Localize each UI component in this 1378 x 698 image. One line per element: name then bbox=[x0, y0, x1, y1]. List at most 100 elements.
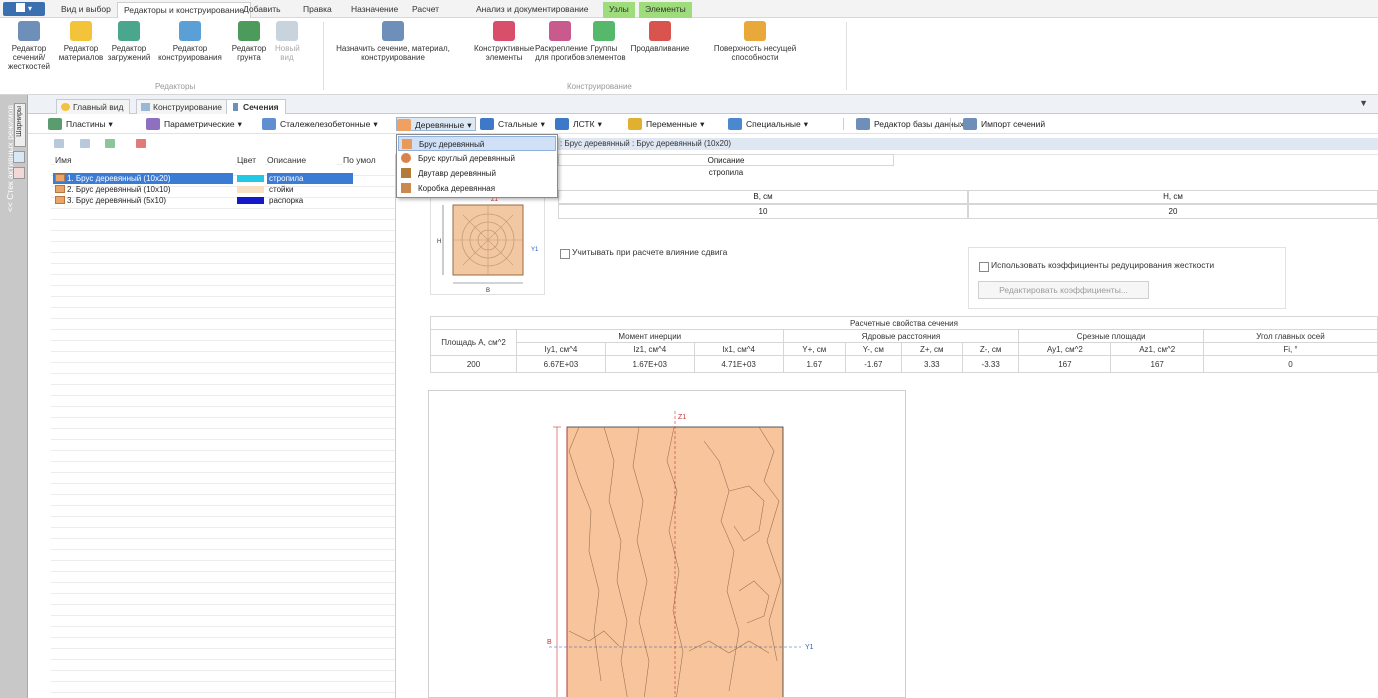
ribbon-button[interactable]: Редактор загружений bbox=[104, 21, 154, 62]
section-type-button[interactable]: Импорт сечений bbox=[963, 117, 1045, 131]
menu-tab[interactable]: Узлы bbox=[603, 2, 635, 18]
section-type-button[interactable]: ЛСТК ▾ bbox=[555, 117, 602, 131]
copy-icon[interactable] bbox=[80, 139, 90, 148]
hinges-tab[interactable]: Шарниры bbox=[14, 103, 26, 147]
col-description-header[interactable]: Описание bbox=[267, 154, 337, 166]
pin-mode-icon[interactable] bbox=[13, 167, 25, 179]
section-name: 2. Брус деревянный (10x10) bbox=[53, 184, 233, 195]
active-modes-sidebar: << Стек активных режимов Шарниры bbox=[0, 95, 28, 698]
menu-tab[interactable]: Правка bbox=[297, 2, 338, 18]
section-breadcrumb: : Брус деревянный : Брус деревянный (10x… bbox=[558, 138, 1378, 150]
main-view-icon bbox=[61, 103, 70, 111]
dropdown-item[interactable]: Брус деревянный bbox=[398, 136, 556, 151]
preview-h-label: H bbox=[437, 239, 441, 245]
section-type-icon bbox=[963, 118, 977, 130]
ribbon-button[interactable]: Новый вид bbox=[275, 21, 300, 62]
b-value[interactable]: 10 bbox=[558, 204, 968, 219]
ribbon-button[interactable]: Продавливание bbox=[622, 21, 698, 53]
section-list: Имя Цвет Описание По умол 1. Брус деревя… bbox=[51, 154, 396, 698]
property-value: 200 bbox=[430, 355, 517, 373]
section-type-icon bbox=[48, 118, 62, 130]
hinge-mode-icon[interactable] bbox=[13, 151, 25, 163]
reduction-coeffs-checkbox[interactable]: Использовать коэффициенты редуцирования … bbox=[979, 260, 1214, 272]
ribbon-separator bbox=[323, 22, 324, 90]
dropdown-item[interactable]: Брус круглый деревянный bbox=[398, 151, 556, 166]
timber-section-icon bbox=[55, 174, 65, 182]
ribbon-button-label: грунта bbox=[237, 53, 261, 62]
ribbon-button[interactable]: Редактор конструирования bbox=[156, 21, 224, 62]
section-type-button[interactable]: Редактор базы данных bbox=[856, 117, 964, 131]
ribbon-button[interactable]: Назначить сечение, материал, конструирова… bbox=[328, 21, 458, 62]
section-name: 3. Брус деревянный (5x10) bbox=[53, 195, 233, 206]
section-type-button[interactable]: Деревянные ▾ bbox=[396, 117, 477, 131]
section-type-icon bbox=[480, 118, 494, 130]
element-groups-icon bbox=[593, 21, 615, 41]
kern-header: Ядровые расстояния bbox=[782, 329, 1020, 343]
list-item[interactable]: 3. Брус деревянный (5x10) распорка bbox=[51, 195, 396, 206]
menu-tab[interactable]: Элементы bbox=[639, 2, 692, 18]
delete-icon[interactable] bbox=[136, 139, 146, 148]
description-value[interactable]: стропила bbox=[558, 166, 894, 180]
ribbon-button[interactable]: Конструктивные элементы bbox=[474, 21, 534, 62]
ribbon-button[interactable]: Поверхность несущей способности bbox=[700, 21, 810, 62]
add-icon[interactable] bbox=[105, 139, 115, 148]
section-type-label: Пластины bbox=[66, 119, 106, 129]
ribbon-button[interactable]: Группы элементов bbox=[586, 21, 626, 62]
menu-tab[interactable]: Расчет bbox=[406, 2, 445, 18]
move-up-icon[interactable] bbox=[54, 139, 64, 148]
ribbon-button[interactable]: Раскрепление для прогибов bbox=[535, 21, 588, 62]
chevron-down-icon: ▾ bbox=[467, 120, 472, 130]
ribbon-button-label: Группы bbox=[590, 44, 618, 53]
col-default-header[interactable]: По умол bbox=[343, 154, 395, 166]
property-value: -1.67 bbox=[845, 355, 902, 373]
menu-tab[interactable]: Назначение bbox=[345, 2, 404, 18]
tabs-dropdown-icon[interactable]: ▼ bbox=[1359, 98, 1368, 108]
ribbon-button-label: Редактор bbox=[231, 44, 267, 53]
ribbon-button[interactable]: Редактор сечений/жесткостей bbox=[2, 21, 56, 71]
list-item[interactable]: 2. Брус деревянный (10x10) стойки bbox=[51, 184, 396, 195]
col-name-header[interactable]: Имя bbox=[55, 154, 235, 166]
ribbon-button[interactable]: Редактор грунта bbox=[224, 21, 274, 62]
inertia-header: Момент инерции bbox=[516, 329, 784, 343]
section-type-icon bbox=[262, 118, 276, 130]
chevron-down-icon: ▾ bbox=[108, 119, 113, 129]
col-color-header[interactable]: Цвет bbox=[237, 154, 265, 166]
section-type-button[interactable]: Переменные ▾ bbox=[628, 117, 704, 131]
chevron-down-icon: ▾ bbox=[237, 119, 242, 129]
property-column-header: Z-, см bbox=[961, 342, 1020, 356]
section-type-button[interactable]: Параметрические ▾ bbox=[146, 117, 242, 131]
section-description: распорка bbox=[269, 196, 304, 205]
menu-tab[interactable]: Добавить bbox=[237, 2, 287, 18]
dropdown-item[interactable]: Коробка деревянная bbox=[398, 181, 556, 196]
property-value: 3.33 bbox=[900, 355, 964, 373]
section-color-swatch[interactable] bbox=[237, 175, 264, 182]
ribbon-button[interactable]: Редактор материалов bbox=[58, 21, 104, 62]
menu-tab[interactable]: Анализ и документирование bbox=[470, 2, 595, 18]
section-preview: B H Y1 Z1 bbox=[430, 190, 545, 295]
dropdown-item-label: Двутавр деревянный bbox=[418, 169, 496, 178]
section-drawing-canvas[interactable]: Z1 Y1 B bbox=[428, 390, 906, 698]
section-type-button[interactable]: Стальные ▾ bbox=[480, 117, 545, 131]
ribbon-button-label: материалов bbox=[58, 53, 104, 62]
list-item[interactable]: 1. Брус деревянный (10x20) стропила bbox=[51, 173, 396, 184]
section-type-toolbar: Пластины ▾ Параметрические ▾ Сталежелезобето… bbox=[28, 114, 1378, 134]
tab-main-view[interactable]: Главный вид bbox=[56, 99, 131, 114]
section-type-button[interactable]: Сталежелезобетонные ▾ bbox=[262, 117, 378, 131]
section-color-swatch[interactable] bbox=[237, 186, 264, 193]
toolbar-separator bbox=[843, 118, 844, 130]
tab-design[interactable]: Конструирование bbox=[136, 99, 229, 114]
section-type-button[interactable]: Пластины ▾ bbox=[48, 117, 113, 131]
app-menu-button[interactable]: ▾ bbox=[3, 2, 45, 16]
section-editor-icon bbox=[18, 21, 40, 41]
preview-b-label: B bbox=[486, 288, 490, 294]
menu-tab[interactable]: Редакторы и конструирование bbox=[117, 2, 251, 18]
property-column-header: Az1, см^2 bbox=[1110, 342, 1204, 356]
dropdown-item[interactable]: Двутавр деревянный bbox=[398, 166, 556, 181]
h-value[interactable]: 20 bbox=[968, 204, 1378, 219]
tab-sections[interactable]: Сечения bbox=[226, 99, 286, 114]
shear-effect-checkbox[interactable]: Учитывать при расчете влияние сдвига bbox=[560, 247, 727, 259]
section-type-button[interactable]: Специальные ▾ bbox=[728, 117, 808, 131]
edit-coefficients-button[interactable]: Редактировать коэффициенты... bbox=[978, 281, 1149, 299]
section-color-swatch[interactable] bbox=[237, 197, 264, 204]
menu-tab[interactable]: Вид и выбор bbox=[55, 2, 117, 18]
